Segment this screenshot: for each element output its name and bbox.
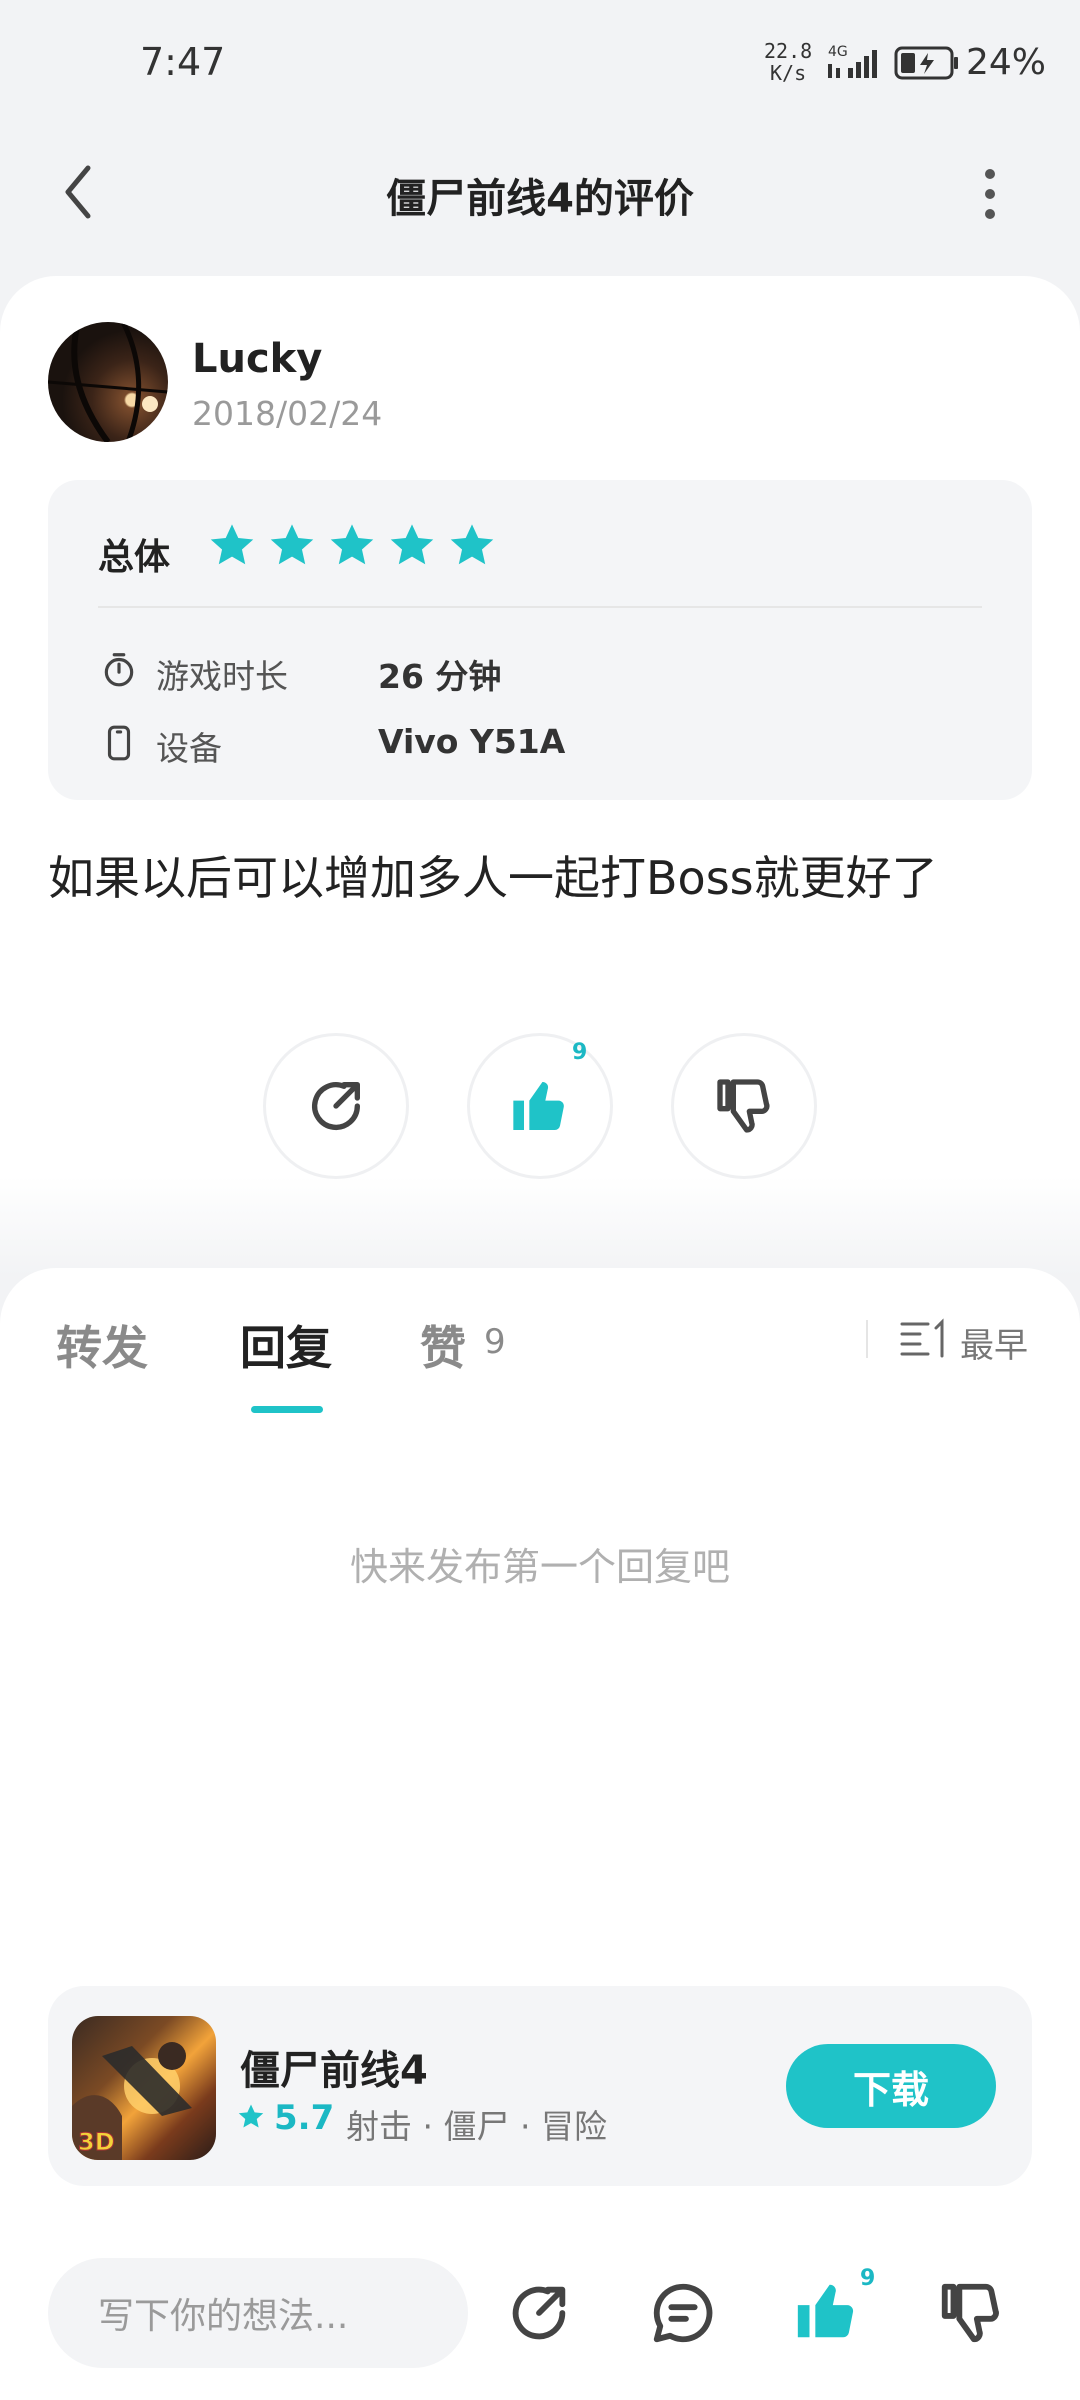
tab-indicator [251,1406,323,1413]
like-button[interactable] [792,2276,862,2350]
page-title: 僵尸前线4的评价 [386,176,694,222]
svg-text:3D: 3D [78,2128,115,2156]
tab-likes-count: 9 [484,1322,506,1362]
like-count: 9 [572,1040,588,1065]
divider [866,1320,868,1358]
sort-label[interactable]: 最早 [960,1318,1028,1367]
thumbs-up-icon [797,2284,854,2338]
device-value: Vivo Y51A [378,722,566,761]
avatar-image [48,322,168,442]
review-date: 2018/02/24 [192,394,383,433]
network-type: 4G [828,44,848,60]
star-rating [206,520,498,572]
star-icon [270,524,314,565]
star-icon [236,2102,266,2136]
thumbs-down-icon [941,2283,999,2343]
comment-button[interactable] [648,2278,718,2352]
tab-forward[interactable]: 转发 [56,1312,148,1378]
star-icon [450,524,494,565]
net-speed-unit: K/s [770,61,807,85]
thumbs-down-icon [717,1079,770,1133]
more-vertical-icon [985,169,995,219]
share-button[interactable] [504,2278,574,2352]
divider [98,606,982,608]
share-button[interactable] [266,1036,406,1176]
thumbs-up-icon [513,1081,564,1131]
comment-icon [653,2283,713,2343]
share-icon [312,1082,360,1131]
play-time-label: 游戏时长 [156,657,288,696]
battery-percentage: 24% [966,42,1047,83]
game-icon[interactable]: 3D [72,2016,216,2160]
like-count: 9 [860,2266,876,2291]
star-icon [210,524,254,565]
star-icon [390,524,434,565]
game-tags: 射击 · 僵尸 · 冒险 [346,2107,607,2146]
share-icon [512,2286,566,2340]
star-icon [330,524,374,565]
play-time-value: 26 分钟 [378,657,502,696]
empty-replies-text: 快来发布第一个回复吧 [349,1545,730,1589]
like-button[interactable] [470,1036,610,1176]
review-text: 如果以后可以增加多人一起打Boss就更好了 [48,851,938,905]
sort-button[interactable] [900,1318,948,1364]
download-button[interactable]: 下载 [786,2044,996,2128]
game-name[interactable]: 僵尸前线4 [240,2038,428,2096]
status-time: 7:47 [140,40,226,84]
tab-likes[interactable]: 赞 [420,1312,466,1378]
more-button[interactable] [970,164,1010,224]
avatar[interactable] [48,322,168,442]
battery-icon [894,46,960,86]
overall-rating-label: 总体 [98,537,171,578]
timer-icon [100,650,138,692]
net-speed-value: 22.8 [764,39,813,63]
dislike-button[interactable] [674,1036,814,1176]
sort-icon [900,1318,944,1358]
phone-icon [100,724,138,766]
device-label: 设备 [156,729,222,768]
signal-icon: 4G [826,42,888,86]
username[interactable]: Lucky [192,336,322,382]
tab-replies[interactable]: 回复 [240,1312,332,1378]
comment-input[interactable]: 写下你的想法... [48,2258,468,2368]
game-score: 5.7 [274,2098,335,2138]
dislike-button[interactable] [936,2278,1006,2352]
game-artwork: 3D [72,2042,192,2160]
net-speed: 22.8 K/s [764,40,812,84]
